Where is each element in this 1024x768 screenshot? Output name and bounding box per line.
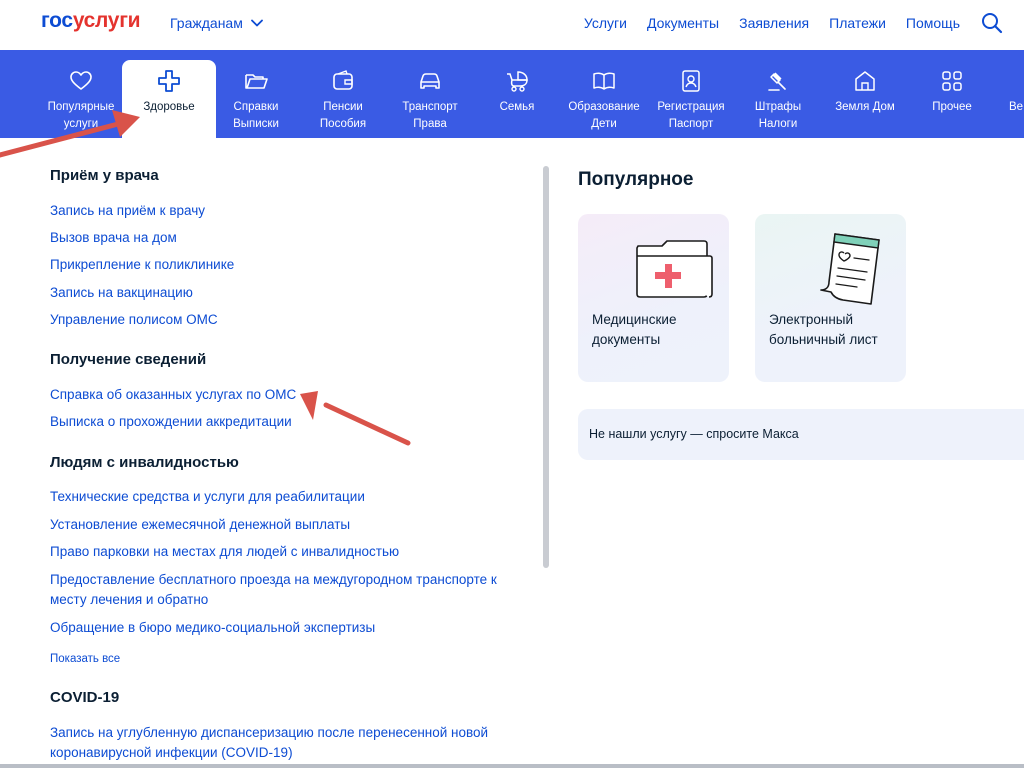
role-label: Гражданам: [170, 15, 243, 31]
link-mse-bureau[interactable]: Обращение в бюро медико-социальной экспе…: [50, 618, 375, 638]
gavel-icon: [768, 72, 786, 91]
section-title-doctor: Приём у врача: [50, 167, 159, 184]
heart-icon: [70, 71, 92, 90]
category-education[interactable]: Образование Дети: [559, 50, 649, 138]
card-sick-leave[interactable]: Электронный больничный лист: [755, 214, 906, 382]
gosuslugi-logo[interactable]: госуслуги: [41, 9, 141, 33]
grid-icon: [942, 71, 962, 91]
category-land-house[interactable]: Земля Дом: [820, 50, 910, 138]
link-oms-services-certificate[interactable]: Справка об оказанных услугах по ОМС: [50, 385, 296, 405]
bottom-divider: [0, 764, 1024, 768]
nav-link-documents[interactable]: Документы: [647, 15, 719, 31]
category-registration[interactable]: Регистрация Паспорт: [646, 50, 736, 138]
role-selector[interactable]: Гражданам: [170, 15, 263, 31]
link-free-travel[interactable]: Предоставление бесплатного проезда на ме…: [50, 570, 497, 610]
card-medical-documents[interactable]: Медицинские документы: [578, 214, 729, 382]
category-pensions[interactable]: Пенсии Пособия: [298, 50, 388, 138]
category-cut-off[interactable]: Ве: [990, 50, 1024, 138]
section-title-info: Получение сведений: [50, 351, 207, 368]
link-accreditation-extract[interactable]: Выписка о прохождении аккредитации: [50, 412, 292, 432]
book-icon: [593, 72, 615, 90]
sick-leave-document-icon: [820, 233, 880, 305]
link-clinic-attachment[interactable]: Прикрепление к поликлинике: [50, 255, 234, 275]
link-oms-policy[interactable]: Управление полисом ОМС: [50, 310, 218, 330]
medical-folder-icon: [636, 240, 713, 298]
category-bar: Популярные услуги Здоровье Справки Выписки…: [0, 50, 1024, 138]
ask-max-text: Не нашли услугу — спросите Макса: [589, 427, 799, 441]
link-covid-checkup[interactable]: Запись на углубленную диспансеризацию по…: [50, 723, 488, 763]
medical-cross-icon: [158, 70, 180, 92]
show-all-link[interactable]: Показать все: [50, 653, 120, 665]
top-header: госуслуги Гражданам Услуги Документы Зая…: [0, 0, 1024, 50]
category-popular[interactable]: Популярные услуги: [36, 50, 126, 138]
category-transport[interactable]: Транспорт Права: [385, 50, 475, 138]
house-icon: [855, 71, 875, 91]
chevron-down-icon: [250, 19, 263, 27]
scrollbar[interactable]: [543, 166, 549, 568]
link-doctor-home-visit[interactable]: Вызов врача на дом: [50, 228, 177, 248]
category-certificates[interactable]: Справки Выписки: [211, 50, 301, 138]
wallet-icon: [333, 70, 353, 90]
passport-icon: [682, 70, 700, 92]
popular-title: Популярное: [578, 169, 694, 190]
link-monthly-payment[interactable]: Установление ежемесячной денежной выплат…: [50, 515, 350, 535]
link-parking-right[interactable]: Право парковки на местах для людей с инв…: [50, 542, 399, 562]
top-nav: Услуги Документы Заявления Платежи Помощ…: [584, 15, 960, 31]
nav-link-help[interactable]: Помощь: [906, 15, 960, 31]
link-vaccination[interactable]: Запись на вакцинацию: [50, 283, 193, 303]
car-icon: [420, 73, 440, 89]
category-health[interactable]: Здоровье: [122, 60, 216, 138]
nav-link-services[interactable]: Услуги: [584, 15, 627, 31]
card-medical-documents-label: Медицинские документы: [592, 312, 677, 347]
stroller-icon: [507, 71, 528, 92]
link-rehab-equipment[interactable]: Технические средства и услуги для реабил…: [50, 487, 365, 507]
category-other[interactable]: Прочее: [907, 50, 997, 138]
category-family[interactable]: Семья: [472, 50, 562, 138]
nav-link-applications[interactable]: Заявления: [739, 15, 809, 31]
category-fines[interactable]: Штрафы Налоги: [733, 50, 823, 138]
section-title-covid: COVID-19: [50, 689, 120, 706]
section-title-disability: Людям с инвалидностью: [50, 454, 239, 471]
search-icon[interactable]: [981, 12, 1003, 34]
annotation-arrow-to-oms-certificate: [300, 391, 411, 446]
card-sick-leave-label: Электронный больничный лист: [769, 312, 878, 347]
nav-link-payments[interactable]: Платежи: [829, 15, 886, 31]
ask-max-banner[interactable]: Не нашли услугу — спросите Макса: [578, 409, 1024, 460]
link-doctor-appointment[interactable]: Запись на приём к врачу: [50, 201, 205, 221]
folder-icon: [245, 74, 268, 89]
